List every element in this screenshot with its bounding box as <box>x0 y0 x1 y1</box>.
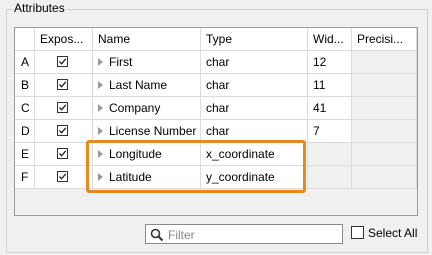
width-cell[interactable]: 11 <box>308 74 352 97</box>
name-text: License Number <box>109 124 197 138</box>
precision-cell[interactable] <box>352 51 417 74</box>
table-row[interactable]: C Company char 41 <box>15 97 417 120</box>
checkmark-icon <box>59 173 67 180</box>
precision-cell[interactable] <box>352 120 417 143</box>
name-text: Last Name <box>109 78 168 92</box>
name-cell[interactable]: Last Name <box>93 74 201 97</box>
header-rowid <box>15 28 35 51</box>
expand-arrow-icon[interactable] <box>98 104 103 112</box>
name-cell[interactable]: Longitude <box>93 143 201 166</box>
width-cell[interactable] <box>308 143 352 166</box>
name-cell[interactable]: License Number <box>93 120 201 143</box>
type-cell[interactable]: char <box>201 97 308 120</box>
precision-cell[interactable] <box>352 97 417 120</box>
width-cell[interactable]: 41 <box>308 97 352 120</box>
exposed-checkbox[interactable] <box>57 79 68 90</box>
exposed-cell[interactable] <box>35 166 93 189</box>
row-id[interactable]: F <box>15 166 35 189</box>
name-text: Latitude <box>109 170 152 184</box>
header-width[interactable]: Wid... <box>308 28 352 51</box>
name-cell[interactable]: First <box>93 51 201 74</box>
table-row[interactable]: F Latitude y_coordinate <box>15 166 417 189</box>
group-title: Attributes <box>12 1 67 15</box>
table-row[interactable]: A First char 12 <box>15 51 417 74</box>
name-cell[interactable]: Company <box>93 97 201 120</box>
search-icon <box>150 228 164 242</box>
filter-input[interactable]: Filter <box>145 224 343 244</box>
exposed-cell[interactable] <box>35 143 93 166</box>
precision-cell[interactable] <box>352 74 417 97</box>
width-cell[interactable]: 7 <box>308 120 352 143</box>
header-type[interactable]: Type <box>201 28 308 51</box>
checkmark-icon <box>59 81 67 88</box>
table-row[interactable]: E Longitude x_coordinate <box>15 143 417 166</box>
exposed-cell[interactable] <box>35 74 93 97</box>
checkmark-icon <box>59 127 67 134</box>
precision-cell[interactable] <box>352 166 417 189</box>
checkmark-icon <box>59 104 67 111</box>
table-row[interactable]: D License Number char 7 <box>15 120 417 143</box>
type-cell[interactable]: x_coordinate <box>201 143 308 166</box>
expand-arrow-icon[interactable] <box>98 81 103 89</box>
name-cell[interactable]: Latitude <box>93 166 201 189</box>
type-cell[interactable]: char <box>201 51 308 74</box>
expand-arrow-icon[interactable] <box>98 58 103 66</box>
filter-placeholder: Filter <box>168 228 195 242</box>
checkmark-icon <box>59 150 67 157</box>
header-exposed[interactable]: Expos... <box>35 28 93 51</box>
exposed-checkbox[interactable] <box>57 125 68 136</box>
row-id[interactable]: B <box>15 74 35 97</box>
expand-arrow-icon[interactable] <box>98 150 103 158</box>
exposed-cell[interactable] <box>35 51 93 74</box>
attributes-table: Expos... Name Type Wid... Precisi... A Fi… <box>14 27 418 216</box>
name-text: Company <box>109 101 161 115</box>
exposed-checkbox[interactable] <box>57 148 68 159</box>
width-cell[interactable] <box>308 166 352 189</box>
select-all-checkbox[interactable] <box>351 226 364 239</box>
exposed-checkbox[interactable] <box>57 56 68 67</box>
precision-cell[interactable] <box>352 143 417 166</box>
row-id[interactable]: A <box>15 51 35 74</box>
exposed-checkbox[interactable] <box>57 171 68 182</box>
select-all-label[interactable]: Select All <box>368 226 417 240</box>
table-row[interactable]: B Last Name char 11 <box>15 74 417 97</box>
type-cell[interactable]: char <box>201 74 308 97</box>
header-name[interactable]: Name <box>93 28 201 51</box>
table-header: Expos... Name Type Wid... Precisi... <box>15 28 417 51</box>
name-text: Longitude <box>109 147 162 161</box>
type-cell[interactable]: char <box>201 120 308 143</box>
checkmark-icon <box>59 58 67 65</box>
row-id[interactable]: D <box>15 120 35 143</box>
type-cell[interactable]: y_coordinate <box>201 166 308 189</box>
width-cell[interactable]: 12 <box>308 51 352 74</box>
name-text: First <box>109 55 133 69</box>
row-id[interactable]: C <box>15 97 35 120</box>
header-precision[interactable]: Precisi... <box>352 28 417 51</box>
row-id[interactable]: E <box>15 143 35 166</box>
exposed-checkbox[interactable] <box>57 102 68 113</box>
exposed-cell[interactable] <box>35 97 93 120</box>
expand-arrow-icon[interactable] <box>98 127 103 135</box>
expand-arrow-icon[interactable] <box>98 173 103 181</box>
exposed-cell[interactable] <box>35 120 93 143</box>
